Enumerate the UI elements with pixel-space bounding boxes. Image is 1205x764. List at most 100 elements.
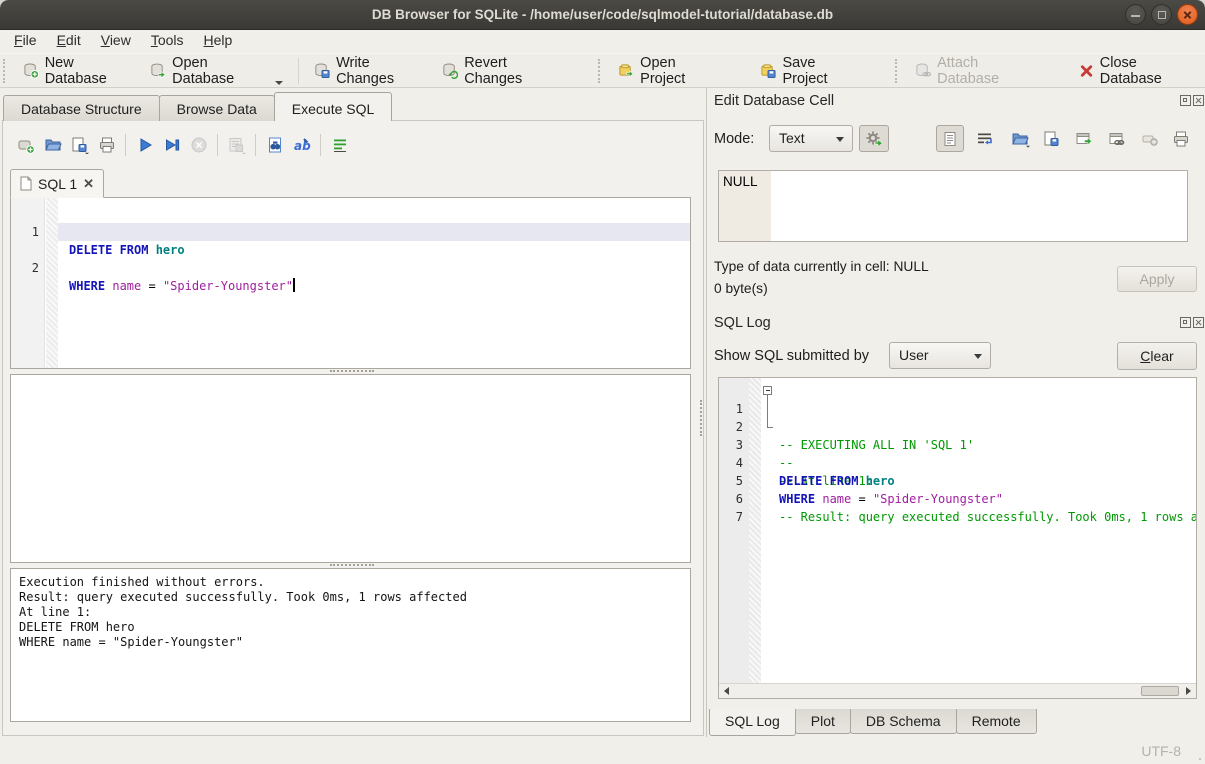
- stop-execution-button: [185, 131, 212, 159]
- sql-log-view[interactable]: 1 -- EXECUTING ALL IN 'SQL 1' 2 -- 3 -- …: [718, 377, 1197, 699]
- sql-editor[interactable]: 1 DELETE FROM hero 2 WHERE name = "Spide…: [10, 197, 691, 369]
- sql-log-title: SQL Log: [714, 315, 771, 331]
- chevron-down-icon: [836, 137, 844, 142]
- text-view-button[interactable]: [936, 125, 964, 152]
- message-line: WHERE name = "Spider-Youngster": [19, 635, 682, 650]
- open-project-icon: [618, 62, 634, 79]
- word-wrap-lines-icon: [331, 136, 349, 154]
- scroll-left-arrow-icon[interactable]: [719, 684, 734, 698]
- open-database-button[interactable]: Open Database: [142, 51, 291, 91]
- print-cell-button[interactable]: [1167, 125, 1195, 152]
- svg-text:ab: ab: [294, 139, 311, 153]
- log-filter-label: Show SQL submitted by: [714, 348, 869, 364]
- sql-document-tab[interactable]: SQL 1 ✕: [10, 169, 104, 198]
- set-null-button: [1136, 125, 1164, 152]
- minimize-button[interactable]: [1125, 4, 1146, 25]
- tab-database-structure[interactable]: Database Structure: [3, 95, 160, 121]
- mode-label: Mode:: [714, 131, 754, 147]
- import-from-file-button[interactable]: [1004, 125, 1038, 152]
- float-panel-button[interactable]: [1180, 317, 1191, 328]
- tab-browse-data[interactable]: Browse Data: [159, 95, 275, 121]
- log-horizontal-scrollbar[interactable]: [719, 683, 1196, 698]
- new-database-icon: [23, 62, 39, 79]
- execute-all-button[interactable]: [131, 131, 158, 159]
- chevron-down-icon: [974, 354, 982, 359]
- sql-editor-toolbar: ab: [12, 131, 353, 159]
- close-panel-button[interactable]: [1193, 95, 1204, 106]
- toolbar-drag-handle[interactable]: [895, 59, 903, 83]
- new-database-button[interactable]: New Database: [15, 51, 143, 91]
- execution-message-pane[interactable]: Execution finished without errors.Result…: [10, 568, 691, 722]
- find-in-sql-button[interactable]: [261, 131, 288, 159]
- revert-changes-icon: [442, 62, 458, 79]
- scroll-right-arrow-icon[interactable]: [1181, 684, 1196, 698]
- export-to-file-button[interactable]: [1037, 125, 1065, 152]
- window-title: DB Browser for SQLite - /home/user/code/…: [0, 0, 1205, 30]
- stop-icon: [190, 136, 208, 154]
- current-line-highlight: [58, 223, 690, 241]
- fold-marker[interactable]: [763, 382, 777, 400]
- scrollbar-thumb[interactable]: [1141, 686, 1179, 696]
- app-window: DB Browser for SQLite - /home/user/code/…: [0, 0, 1205, 764]
- print-sql-button[interactable]: [93, 131, 120, 159]
- new-tab-icon: [17, 136, 35, 154]
- print-icon: [1172, 130, 1190, 148]
- panel-splitter[interactable]: [700, 400, 703, 436]
- results-message-splitter[interactable]: [330, 564, 374, 567]
- execute-current-line-button[interactable]: [158, 131, 185, 159]
- float-panel-button[interactable]: [1180, 95, 1191, 106]
- main-tab-bar: Database Structure Browse Data Execute S…: [3, 95, 391, 121]
- results-pane[interactable]: [10, 374, 691, 563]
- write-changes-button[interactable]: Write Changes: [306, 51, 434, 91]
- mode-combobox[interactable]: Text: [769, 125, 853, 152]
- tab-sql-log[interactable]: SQL Log: [709, 709, 796, 736]
- toolbar-drag-handle[interactable]: [3, 59, 11, 83]
- cell-type-info: Type of data currently in cell: NULL: [714, 259, 929, 274]
- save-project-icon: [760, 62, 776, 79]
- save-project-button[interactable]: Save Project: [752, 51, 867, 91]
- open-in-external-button[interactable]: [1070, 125, 1098, 152]
- log-filter-combobox[interactable]: User: [889, 342, 991, 369]
- document-icon: [20, 176, 32, 191]
- close-panel-button[interactable]: [1193, 317, 1204, 328]
- attach-database-icon: [915, 62, 931, 79]
- execute-icon: [136, 136, 154, 154]
- clear-log-button[interactable]: Clear: [1117, 342, 1197, 370]
- tab-execute-sql[interactable]: Execute SQL: [274, 92, 393, 121]
- word-wrap-button[interactable]: [970, 125, 998, 152]
- open-sql-file-button[interactable]: [39, 131, 66, 159]
- line-number: 2: [11, 259, 39, 277]
- set-null-icon: [1141, 130, 1159, 148]
- close-database-icon: [1079, 63, 1094, 79]
- auto-apply-button[interactable]: [859, 125, 889, 152]
- save-sql-file-button[interactable]: [66, 131, 93, 159]
- cell-value-editor[interactable]: NULL: [718, 170, 1188, 242]
- message-line: At line 1:: [19, 605, 682, 620]
- word-wrap-icon: [976, 130, 993, 147]
- revert-changes-button[interactable]: Revert Changes: [434, 51, 571, 91]
- close-button[interactable]: [1177, 4, 1198, 25]
- new-sql-tab-button[interactable]: [12, 131, 39, 159]
- code-line: DELETE FROM hero: [69, 241, 185, 259]
- editor-results-splitter[interactable]: [330, 370, 374, 373]
- attach-database-button: Attach Database: [907, 51, 1046, 91]
- toolbar-drag-handle[interactable]: [598, 59, 606, 83]
- resize-grip[interactable]: [1199, 758, 1201, 760]
- tab-db-schema[interactable]: DB Schema: [850, 709, 957, 734]
- toggle-results-pane-button[interactable]: [326, 131, 353, 159]
- open-file-icon: [1011, 130, 1031, 148]
- cell-value: NULL: [723, 174, 758, 189]
- format-sql-button[interactable]: ab: [288, 131, 315, 159]
- apply-button: Apply: [1117, 266, 1197, 292]
- open-project-button[interactable]: Open Project: [610, 51, 728, 91]
- tab-plot[interactable]: Plot: [795, 709, 851, 734]
- maximize-button[interactable]: [1151, 4, 1172, 25]
- title-bar[interactable]: DB Browser for SQLite - /home/user/code/…: [0, 0, 1205, 30]
- copy-link-button[interactable]: [1103, 125, 1131, 152]
- tab-remote[interactable]: Remote: [956, 709, 1037, 734]
- dock-tab-bar: SQL Log Plot DB Schema Remote: [709, 709, 1036, 736]
- close-database-button[interactable]: Close Database: [1071, 51, 1205, 91]
- print-icon: [98, 136, 116, 154]
- open-database-dropdown-icon[interactable]: [275, 81, 283, 85]
- close-tab-icon[interactable]: ✕: [83, 176, 94, 192]
